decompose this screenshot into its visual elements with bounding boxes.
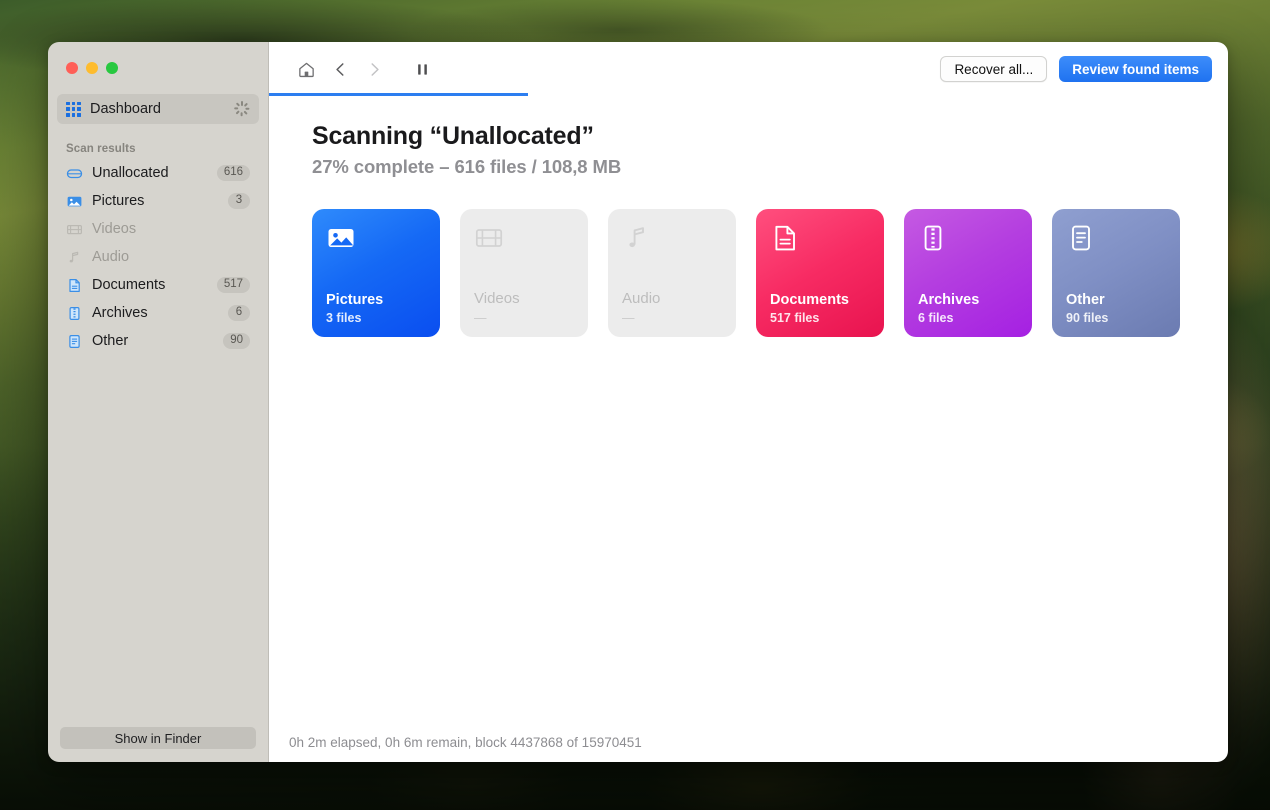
home-icon[interactable]	[289, 54, 323, 84]
recover-all-button[interactable]: Recover all...	[940, 56, 1048, 82]
sidebar-item-audio: Audio	[57, 243, 259, 271]
note-icon	[622, 223, 722, 263]
sidebar-item-label: Other	[92, 333, 129, 349]
sidebar-item-pictures[interactable]: Pictures 3	[57, 187, 259, 215]
category-tile-count: 517 files	[770, 311, 820, 325]
toolbar: Recover all... Review found items	[269, 42, 1228, 96]
sidebar-item-videos: Videos	[57, 215, 259, 243]
sidebar-item-badge: 90	[223, 333, 250, 349]
pause-icon[interactable]	[405, 54, 439, 84]
category-tile-count: 90 files	[1066, 311, 1109, 325]
document-icon	[66, 277, 83, 294]
grid-icon	[66, 101, 81, 117]
picture-icon	[326, 223, 426, 263]
category-tile-count: —	[474, 311, 487, 325]
category-tile-name: Documents	[770, 291, 849, 308]
category-tile-name: Archives	[918, 291, 980, 308]
sidebar: Dashboard Scan results Unallocated 616 P…	[48, 42, 269, 762]
picture-icon	[66, 193, 83, 210]
chevron-left-icon[interactable]	[323, 54, 357, 84]
desktop-wallpaper: Dashboard Scan results Unallocated 616 P…	[0, 0, 1270, 810]
category-tile-count: —	[622, 311, 635, 325]
sidebar-section-title: Scan results	[66, 143, 136, 155]
review-found-items-button[interactable]: Review found items	[1059, 56, 1212, 82]
category-tile-count: 3 files	[326, 311, 362, 325]
film-icon	[66, 221, 83, 238]
dashboard-panel: Scanning “Unallocated” 27% complete – 61…	[269, 96, 1228, 762]
sidebar-item-label: Audio	[92, 249, 130, 265]
sidebar-item-archives[interactable]: Archives 6	[57, 299, 259, 327]
sidebar-item-label: Dashboard	[90, 101, 161, 117]
archive-icon	[918, 223, 1018, 263]
sidebar-item-dashboard[interactable]: Dashboard	[57, 94, 259, 124]
category-tile-name: Pictures	[326, 291, 384, 308]
sidebar-item-badge: 616	[216, 165, 250, 181]
other-icon	[66, 333, 83, 350]
category-tile-archives[interactable]: Archives 6 files	[904, 209, 1032, 337]
zoom-button[interactable]	[106, 62, 118, 74]
content-area: Recover all... Review found items Scanni…	[269, 42, 1228, 762]
category-tile-other[interactable]: Other 90 files	[1052, 209, 1180, 337]
show-in-finder-container: Show in Finder	[48, 727, 268, 762]
sidebar-item-label: Pictures	[92, 193, 145, 209]
archive-icon	[66, 305, 83, 322]
category-tile-pictures[interactable]: Pictures 3 files	[312, 209, 440, 337]
film-icon	[474, 223, 574, 263]
category-tile-name: Other	[1066, 291, 1105, 308]
sidebar-item-badge: 3	[228, 193, 250, 209]
minimize-button[interactable]	[86, 62, 98, 74]
chevron-right-icon	[357, 54, 391, 84]
status-bar: 0h 2m elapsed, 0h 6m remain, block 44378…	[289, 734, 642, 750]
app-window: Dashboard Scan results Unallocated 616 P…	[48, 42, 1228, 762]
sidebar-item-label: Unallocated	[92, 165, 169, 181]
category-tile-audio: Audio —	[608, 209, 736, 337]
sidebar-item-badge: 6	[228, 305, 250, 321]
category-tile-documents[interactable]: Documents 517 files	[756, 209, 884, 337]
sidebar-item-badge: 517	[216, 277, 250, 293]
category-tile-name: Videos	[474, 290, 520, 308]
page-title: Scanning “Unallocated”	[312, 122, 594, 150]
toolbar-actions: Recover all... Review found items	[940, 56, 1212, 82]
close-button[interactable]	[66, 62, 78, 74]
note-icon	[66, 249, 83, 266]
sidebar-item-label: Documents	[92, 277, 166, 293]
spinner-icon	[234, 101, 250, 117]
sidebar-item-documents[interactable]: Documents 517	[57, 271, 259, 299]
category-tile-name: Audio	[622, 290, 661, 308]
page-subtitle: 27% complete – 616 files / 108,8 MB	[312, 156, 622, 177]
sidebar-item-label: Videos	[92, 221, 137, 237]
category-tile-videos: Videos —	[460, 209, 588, 337]
category-tile-count: 6 files	[918, 311, 954, 325]
document-icon	[770, 223, 870, 263]
sidebar-item-other[interactable]: Other 90	[57, 327, 259, 355]
disk-icon	[66, 165, 83, 182]
sidebar-item-unallocated[interactable]: Unallocated 616	[57, 159, 259, 187]
window-controls	[48, 42, 268, 89]
category-tiles: Pictures 3 files Videos — Audio — Docume…	[312, 209, 1228, 337]
other-icon	[1066, 223, 1166, 263]
show-in-finder-button[interactable]: Show in Finder	[60, 727, 256, 749]
sidebar-item-label: Archives	[92, 305, 148, 321]
